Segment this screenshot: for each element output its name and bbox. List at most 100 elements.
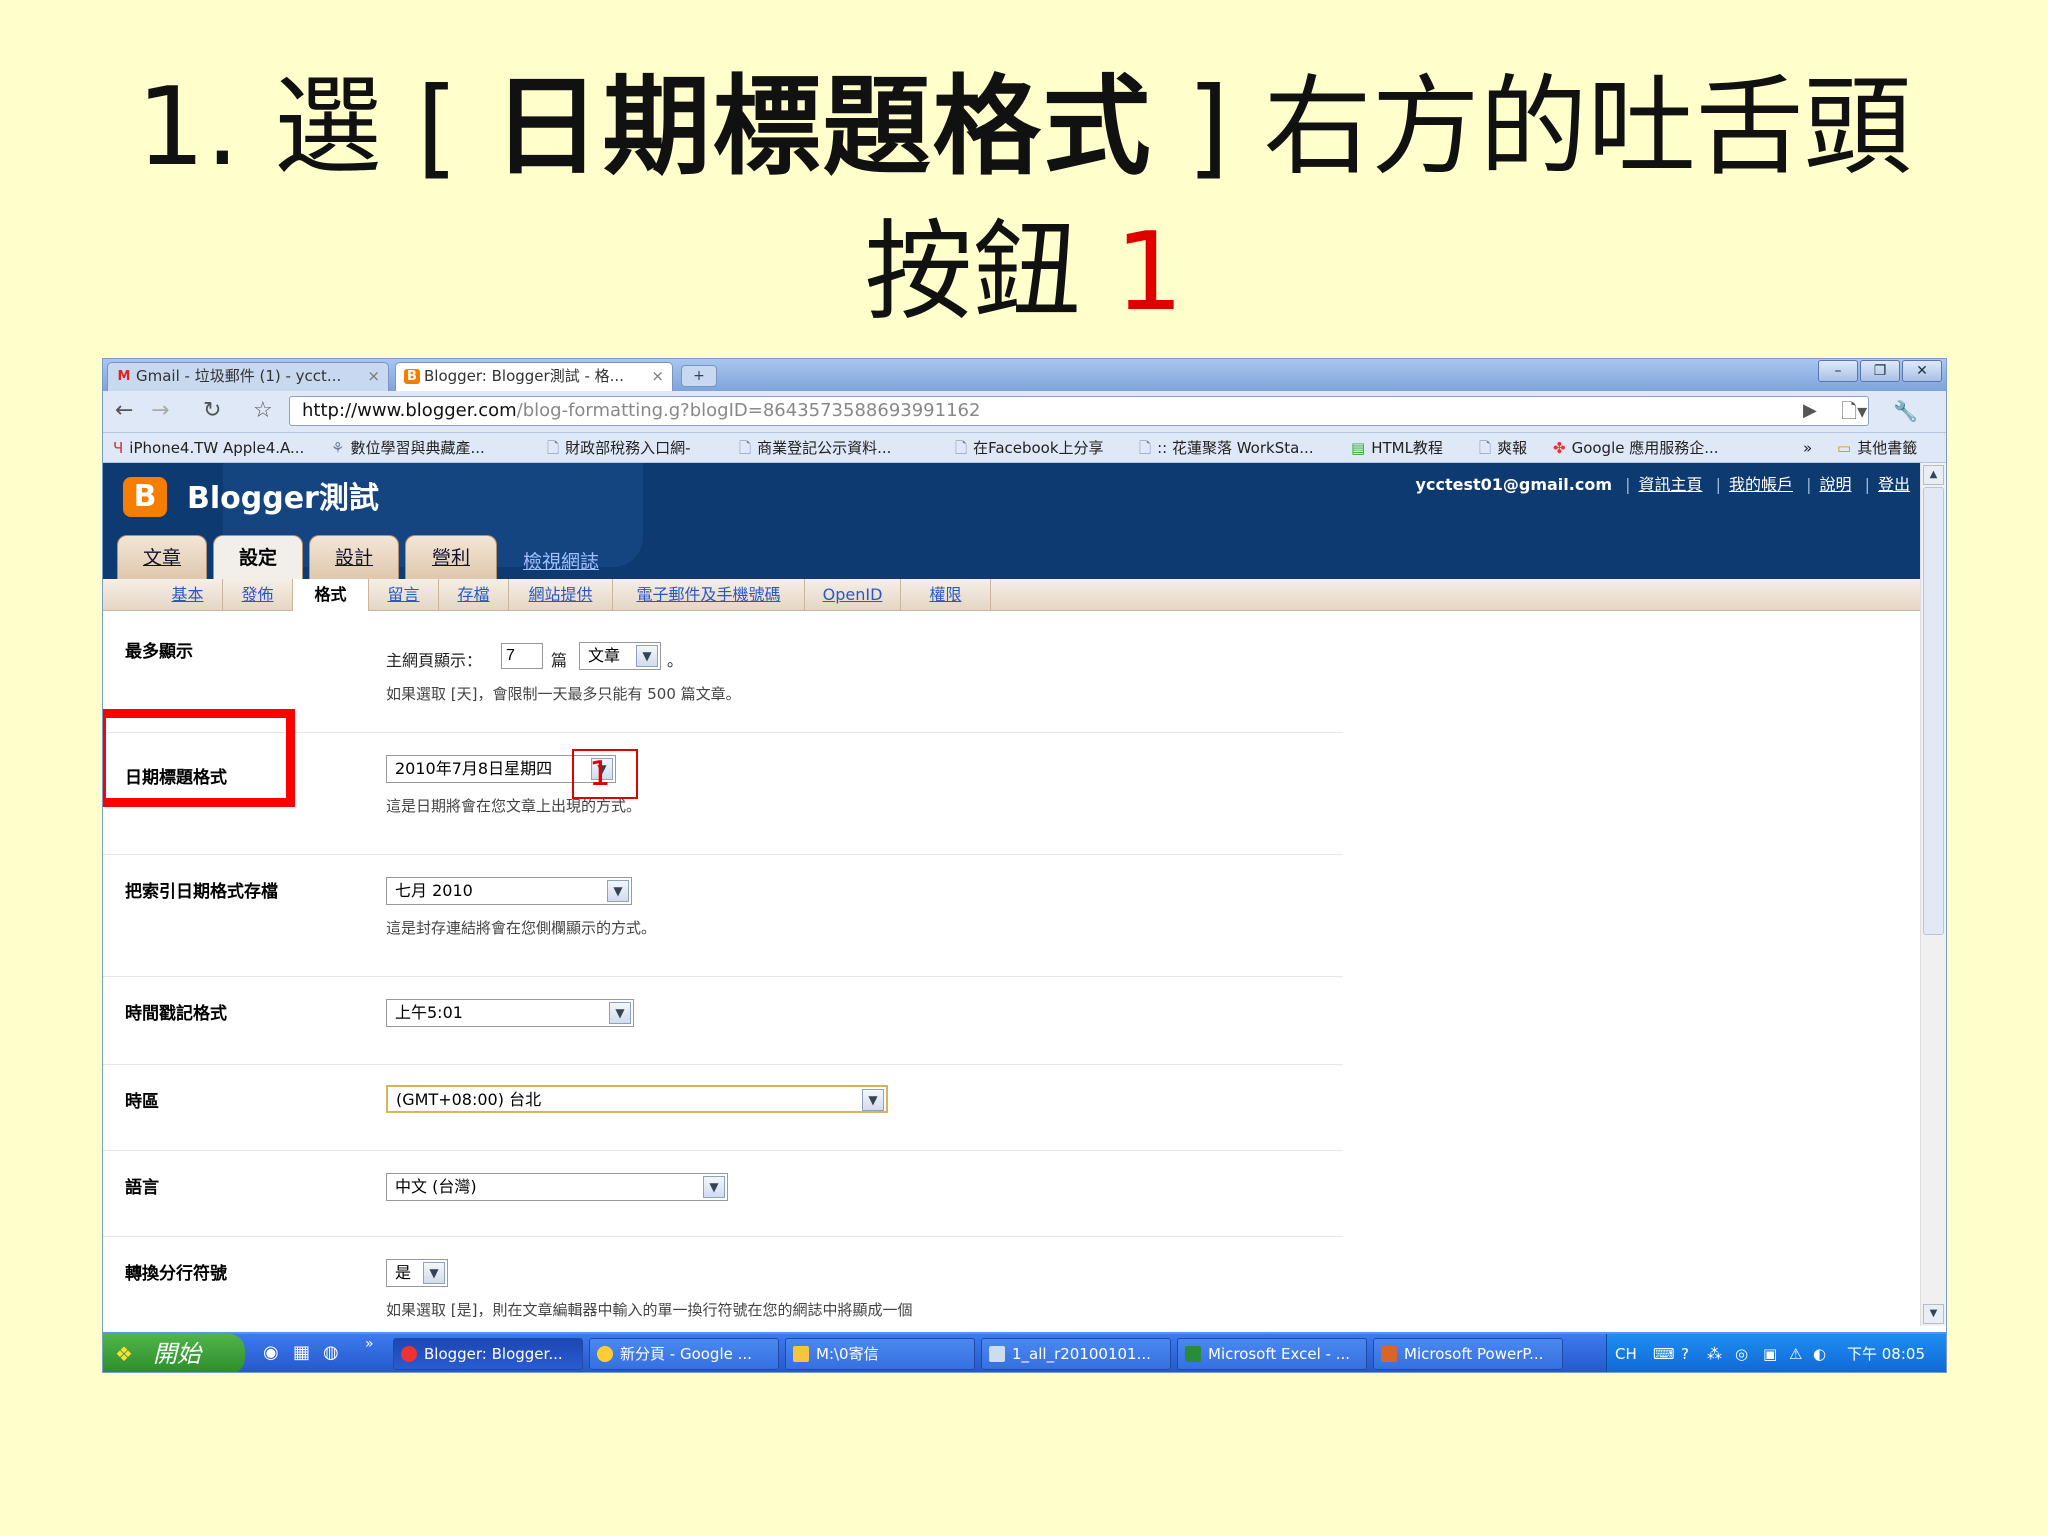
setting-label: 時間戳記格式 [125,1004,227,1024]
tray-icon[interactable]: ◐ [1813,1334,1826,1372]
timestamp-format-select[interactable]: 上午5:01 ▼ [386,999,634,1027]
taskbar-label: Microsoft Excel - ... [1208,1345,1351,1363]
subtab-archiving[interactable]: 存檔 [439,579,509,611]
bookmark-item[interactable]: ▤ HTML教程 [1351,439,1443,457]
warning-icon[interactable]: ⚠ [1789,1334,1802,1372]
line-breaks-select[interactable]: 是 ▼ [386,1259,448,1287]
archive-date-format-select[interactable]: 七月 2010 ▼ [386,877,632,905]
help-icon[interactable]: ? [1681,1334,1689,1372]
chevron-right-icon[interactable]: » [365,1336,374,1352]
scroll-down-icon[interactable]: ▼ [1923,1304,1944,1324]
bookmark-item[interactable]: 🗋 商業登記公示資料... [739,439,891,457]
quicklaunch-icon[interactable]: ▦ [293,1342,310,1363]
reload-icon[interactable]: ↻ [203,399,221,423]
post-count-input[interactable] [501,643,543,669]
subtab-basic[interactable]: 基本 [153,579,223,611]
windows-flag-icon: ❖ [115,1342,133,1366]
subtab-email-mobile[interactable]: 電子郵件及手機號碼 [613,579,805,611]
folder-icon [793,1346,809,1362]
bookmark-item[interactable]: 🗋 爽報 [1479,439,1527,457]
language-indicator[interactable]: CH [1615,1334,1637,1372]
view-blog-link[interactable]: 檢視網誌 [523,547,599,574]
wrench-icon[interactable]: 🔧 [1893,399,1918,423]
close-window-icon[interactable]: ✕ [1902,360,1942,382]
chevron-down-icon[interactable]: ▼ [862,1089,884,1111]
star-icon[interactable]: ☆ [253,399,273,423]
back-icon[interactable]: ← [115,399,133,423]
tab-design[interactable]: 設計 [309,535,399,579]
page-icon: 🗋 [1479,439,1492,457]
taskbar-label: Microsoft PowerP... [1404,1345,1544,1363]
forward-icon[interactable]: → [151,399,169,423]
bookmark-item[interactable]: ✤ Google 應用服務企... [1553,439,1719,457]
go-icon[interactable]: ▶ [1803,399,1817,423]
tab-posting[interactable]: 文章 [117,535,207,579]
subtab-publishing[interactable]: 發佈 [223,579,293,611]
new-tab-button[interactable]: + [681,365,717,387]
chevron-right-icon[interactable]: » [1803,439,1812,457]
chevron-down-icon[interactable]: ▼ [636,645,658,667]
minimize-icon[interactable]: – [1818,360,1858,382]
bookmark-item[interactable]: ⚘ 數位學習與典藏產... [331,439,485,457]
tab-monetize[interactable]: 營利 [405,535,497,579]
language-select[interactable]: 中文 (台灣) ▼ [386,1173,728,1201]
scroll-up-icon[interactable]: ▲ [1923,465,1944,485]
settings-subtabs: 基本 發佈 格式 留言 存檔 網站提供 電子郵件及手機號碼 OpenID 權限 [103,579,1922,611]
chevron-down-icon[interactable]: ▼ [423,1262,445,1284]
select-value: 文章 [588,646,621,665]
help-link[interactable]: 說明 [1819,475,1851,494]
slide-title-line1: 1. 選 [ 日期標題格式 ] 右方的吐舌頭 [0,55,2048,200]
chrome-icon [597,1346,613,1362]
tab-label: Gmail - 垃圾郵件 (1) - ycct... [136,367,342,385]
quicklaunch-icon[interactable]: ◉ [263,1342,279,1363]
tray-icon[interactable]: ▣ [1763,1334,1777,1372]
sign-out-link[interactable]: 登出 [1878,475,1910,494]
scroll-thumb[interactable] [1923,487,1944,935]
bookmark-folder[interactable]: ▭ 其他書籤 [1837,439,1917,457]
setting-label: 轉換分行符號 [125,1264,227,1284]
bookmark-item[interactable]: 🗋 財政部稅務入口網- [547,439,690,457]
keyboard-icon[interactable]: ⌨ [1653,1334,1675,1372]
bookmark-item[interactable]: 🗋:: 花蓮聚落 WorkSta... [1139,439,1314,457]
page-icon: 🗋 [739,439,752,457]
network-icon[interactable]: ◎ [1735,1334,1748,1372]
taskbar-item[interactable]: M:\0寄信 [785,1338,975,1370]
taskbar-item[interactable]: 1_all_r20100101... [981,1338,1171,1370]
taskbar-label: 新分頁 - Google ... [620,1345,752,1363]
taskbar-item[interactable]: Microsoft PowerP... [1373,1338,1563,1370]
browser-tab-blogger[interactable]: B Blogger: Blogger測試 - 格... × [395,362,673,391]
account-links: ycctest01@gmail.com | 資訊主頁 | 我的帳戶 | 說明 | 登出 [1416,471,1910,495]
close-icon[interactable]: × [651,363,664,390]
bookmark-item[interactable]: ЧiPhone4.TW Apple4.A... [113,439,304,457]
chevron-down-icon[interactable]: ▼ [609,1002,631,1024]
taskbar-item[interactable]: Microsoft Excel - ... [1177,1338,1367,1370]
subtab-comments[interactable]: 留言 [369,579,439,611]
start-button[interactable]: ❖ 開始 [103,1334,245,1372]
vertical-scrollbar[interactable]: ▲ ▼ [1920,463,1946,1326]
browser-tab-gmail[interactable]: M Gmail - 垃圾郵件 (1) - ycct... × [107,362,389,391]
subtab-formatting[interactable]: 格式 [293,579,369,611]
windows-taskbar: ❖ 開始 ◉ ▦ ◍ » Blogger: Blogger... 新分頁 - G… [103,1332,1946,1372]
title-suffix: ] 右方的吐舌頭 [1152,65,1912,190]
subtab-site-feed[interactable]: 網站提供 [509,579,613,611]
subtab-permissions[interactable]: 權限 [901,579,991,611]
setting-help: 如果選取 [是]，則在文章編輯器中輸入的單一換行符號在您的網誌中將顯成一個 [386,1301,913,1319]
post-unit-select[interactable]: 文章 ▼ [579,642,661,670]
bookmark-item[interactable]: 🗋 在Facebook上分享 [955,439,1104,457]
page-menu-icon[interactable]: 🗋▾ [1841,399,1867,423]
restore-icon[interactable]: ❐ [1860,360,1900,382]
blog-title: Blogger測試 [187,481,379,516]
taskbar-item[interactable]: Blogger: Blogger... [393,1338,583,1370]
tab-settings[interactable]: 設定 [213,535,303,579]
quicklaunch-icon[interactable]: ◍ [323,1342,339,1363]
taskbar-item[interactable]: 新分頁 - Google ... [589,1338,779,1370]
subtab-openid[interactable]: OpenID [805,579,901,611]
timezone-select[interactable]: (GMT+08:00) 台北 ▼ [386,1085,888,1113]
close-icon[interactable]: × [367,363,380,390]
dashboard-link[interactable]: 資訊主頁 [1638,475,1702,494]
address-bar[interactable]: http://www.blogger.com/blog-formatting.g… [289,396,1869,426]
chevron-down-icon[interactable]: ▼ [703,1176,725,1198]
my-account-link[interactable]: 我的帳戶 [1729,475,1793,494]
chevron-down-icon[interactable]: ▼ [607,880,629,902]
tray-icon[interactable]: ⁂ [1707,1334,1722,1372]
